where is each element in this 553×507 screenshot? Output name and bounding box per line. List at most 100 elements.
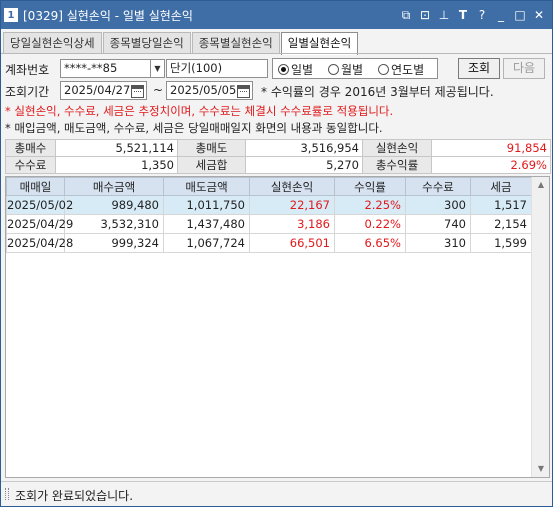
cell-buy-amount: 3,532,310 (64, 214, 164, 234)
col-header-yield[interactable]: 수익률 (334, 177, 406, 196)
account-type-field[interactable]: 단기(100) (166, 59, 268, 78)
tab-divider (1, 53, 552, 54)
cell-buy-amount: 989,480 (64, 195, 164, 215)
calendar-icon[interactable] (131, 85, 144, 98)
daily-pnl-grid[interactable]: 매매일 매수금액 매도금액 실현손익 수익률 수수료 세금 2025/05/02… (5, 176, 550, 478)
grid-header-row: 매매일 매수금액 매도금액 실현손익 수익률 수수료 세금 (6, 177, 532, 196)
help-icon[interactable]: ? (475, 7, 489, 23)
screen-number-badge: 1 (4, 8, 18, 22)
cell-sell-amount: 1,011,750 (163, 195, 250, 215)
cell-sell-amount: 1,437,480 (163, 214, 250, 234)
yield-period-note: * 수익률의 경우 2016년 3월부터 제공됩니다. (261, 85, 494, 99)
app-window: 1 [0329] 실현손익 - 일별 실현손익 ⧉ ⊡ ⊥ T ? _ □ ✕ … (0, 0, 553, 507)
realized-pnl-value: 91,854 (431, 139, 551, 157)
radio-monthly-label: 월별 (341, 63, 364, 77)
radio-daily-label: 일별 (291, 63, 314, 77)
grip-icon (5, 488, 9, 500)
cell-trade-date: 2025/04/28 (6, 233, 73, 253)
tab-stock-daily-pnl[interactable]: 종목별당일손익 (102, 32, 191, 54)
cell-fee: 310 (405, 233, 471, 253)
next-button[interactable]: 다음 (503, 58, 545, 79)
radio-yearly[interactable]: 연도별 (378, 61, 424, 78)
realized-pnl-label: 실현손익 (362, 139, 432, 157)
date-from-value: 2025/04/27 (64, 83, 131, 97)
period-label: 조회기간 (5, 85, 50, 99)
fee-value: 1,350 (55, 156, 178, 174)
cell-yield: 6.65% (334, 233, 406, 253)
cell-tax: 1,599 (470, 233, 532, 253)
tab-stock-realized-pnl[interactable]: 종목별실현손익 (191, 32, 280, 54)
pin-icon[interactable]: ⊥ (437, 7, 451, 23)
window-title: [0329] 실현손익 - 일별 실현손익 (23, 9, 193, 23)
tax-sum-value: 5,270 (245, 156, 363, 174)
table-row[interactable]: 2025/04/28 999,324 1,067,724 66,501 6.65… (6, 233, 532, 253)
total-buy-value: 5,521,114 (55, 139, 178, 157)
account-dropdown-button[interactable]: ▼ (150, 59, 165, 78)
window-copy-icon[interactable]: ⧉ (399, 7, 413, 23)
calendar-icon[interactable] (237, 85, 250, 98)
tab-daily-realized-pnl[interactable]: 일별실현손익 (280, 32, 359, 55)
minimize-icon[interactable]: _ (494, 7, 508, 23)
radio-selected-icon (278, 64, 289, 75)
total-buy-label: 총매수 (5, 139, 56, 157)
col-header-realized-pnl[interactable]: 실현손익 (249, 177, 335, 196)
cell-tax: 2,154 (470, 214, 532, 234)
col-header-buy-amount[interactable]: 매수금액 (64, 177, 164, 196)
cell-yield: 0.22% (334, 214, 406, 234)
total-yield-label: 총수익률 (362, 156, 432, 174)
total-sell-label: 총매도 (177, 139, 246, 157)
col-header-sell-amount[interactable]: 매도금액 (163, 177, 250, 196)
window-link-icon[interactable]: ⊡ (418, 7, 432, 23)
maximize-icon[interactable]: □ (513, 7, 527, 23)
status-bar: 조회가 완료되었습니다. (1, 481, 552, 506)
font-size-icon[interactable]: T (456, 7, 470, 23)
radio-monthly[interactable]: 월별 (328, 61, 363, 78)
total-sell-value: 3,516,954 (245, 139, 363, 157)
cell-buy-amount: 999,324 (64, 233, 164, 253)
title-bar[interactable]: 1 [0329] 실현손익 - 일별 실현손익 ⧉ ⊡ ⊥ T ? _ □ ✕ (1, 1, 552, 29)
cell-tax: 1,517 (470, 195, 532, 215)
cell-trade-date: 2025/05/02 (6, 195, 73, 215)
cell-yield: 2.25% (334, 195, 406, 215)
title-bar-controls: ⧉ ⊡ ⊥ T ? _ □ ✕ (394, 7, 546, 23)
table-row[interactable]: 2025/05/02 989,480 1,011,750 22,167 2.25… (6, 195, 532, 215)
radio-daily[interactable]: 일별 (278, 61, 313, 78)
tab-bar: 당일실현손익상세 종목별당일손익 종목별실현손익 일별실현손익 (3, 32, 359, 55)
fee-label: 수수료 (5, 156, 56, 174)
daily-journal-note: * 매입금액, 매도금액, 수수료, 세금은 당일매매일지 화면의 내용과 동일… (5, 121, 383, 135)
scroll-up-icon[interactable]: ▲ (536, 180, 546, 190)
query-button[interactable]: 조회 (458, 58, 500, 79)
cell-realized-pnl: 66,501 (249, 233, 335, 253)
summary-row: 수수료 1,350 세금합 5,270 총수익률 2.69% (5, 156, 551, 174)
summary-row: 총매수 5,521,114 총매도 3,516,954 실현손익 91,854 (5, 139, 551, 157)
radio-yearly-label: 연도별 (391, 63, 425, 77)
col-header-fee[interactable]: 수수료 (405, 177, 471, 196)
radio-unselected-icon (328, 64, 339, 75)
tax-sum-label: 세금합 (177, 156, 246, 174)
chevron-down-icon: ▼ (154, 64, 161, 73)
estimate-warning-note: * 실현손익, 수수료, 세금은 추정치이며, 수수료는 체결시 수수료률로 적… (5, 104, 394, 118)
scroll-down-icon[interactable]: ▼ (536, 464, 546, 474)
status-message: 조회가 완료되었습니다. (15, 489, 134, 503)
radio-unselected-icon (378, 64, 389, 75)
cell-fee: 740 (405, 214, 471, 234)
account-number-field[interactable]: ****-**85 (60, 59, 151, 78)
total-yield-value: 2.69% (431, 156, 551, 174)
close-icon[interactable]: ✕ (532, 7, 546, 23)
cell-sell-amount: 1,067,724 (163, 233, 250, 253)
date-from-field[interactable]: 2025/04/27 (60, 81, 147, 100)
date-to-field[interactable]: 2025/05/05 (166, 81, 253, 100)
cell-realized-pnl: 22,167 (249, 195, 335, 215)
col-header-tax[interactable]: 세금 (470, 177, 532, 196)
table-row[interactable]: 2025/04/29 3,532,310 1,437,480 3,186 0.2… (6, 214, 532, 234)
summary-table: 총매수 5,521,114 총매도 3,516,954 실현손익 91,854 … (5, 139, 551, 174)
vertical-scrollbar[interactable]: ▲ ▼ (531, 177, 549, 477)
period-type-radio-group: 일별 월별 연도별 (272, 58, 438, 79)
account-label: 계좌번호 (5, 63, 50, 77)
date-range-tilde: ~ (153, 83, 164, 97)
cell-realized-pnl: 3,186 (249, 214, 335, 234)
cell-fee: 300 (405, 195, 471, 215)
tab-daily-realized-detail[interactable]: 당일실현손익상세 (3, 32, 102, 54)
col-header-trade-date[interactable]: 매매일 (6, 177, 65, 196)
cell-trade-date: 2025/04/29 (6, 214, 73, 234)
